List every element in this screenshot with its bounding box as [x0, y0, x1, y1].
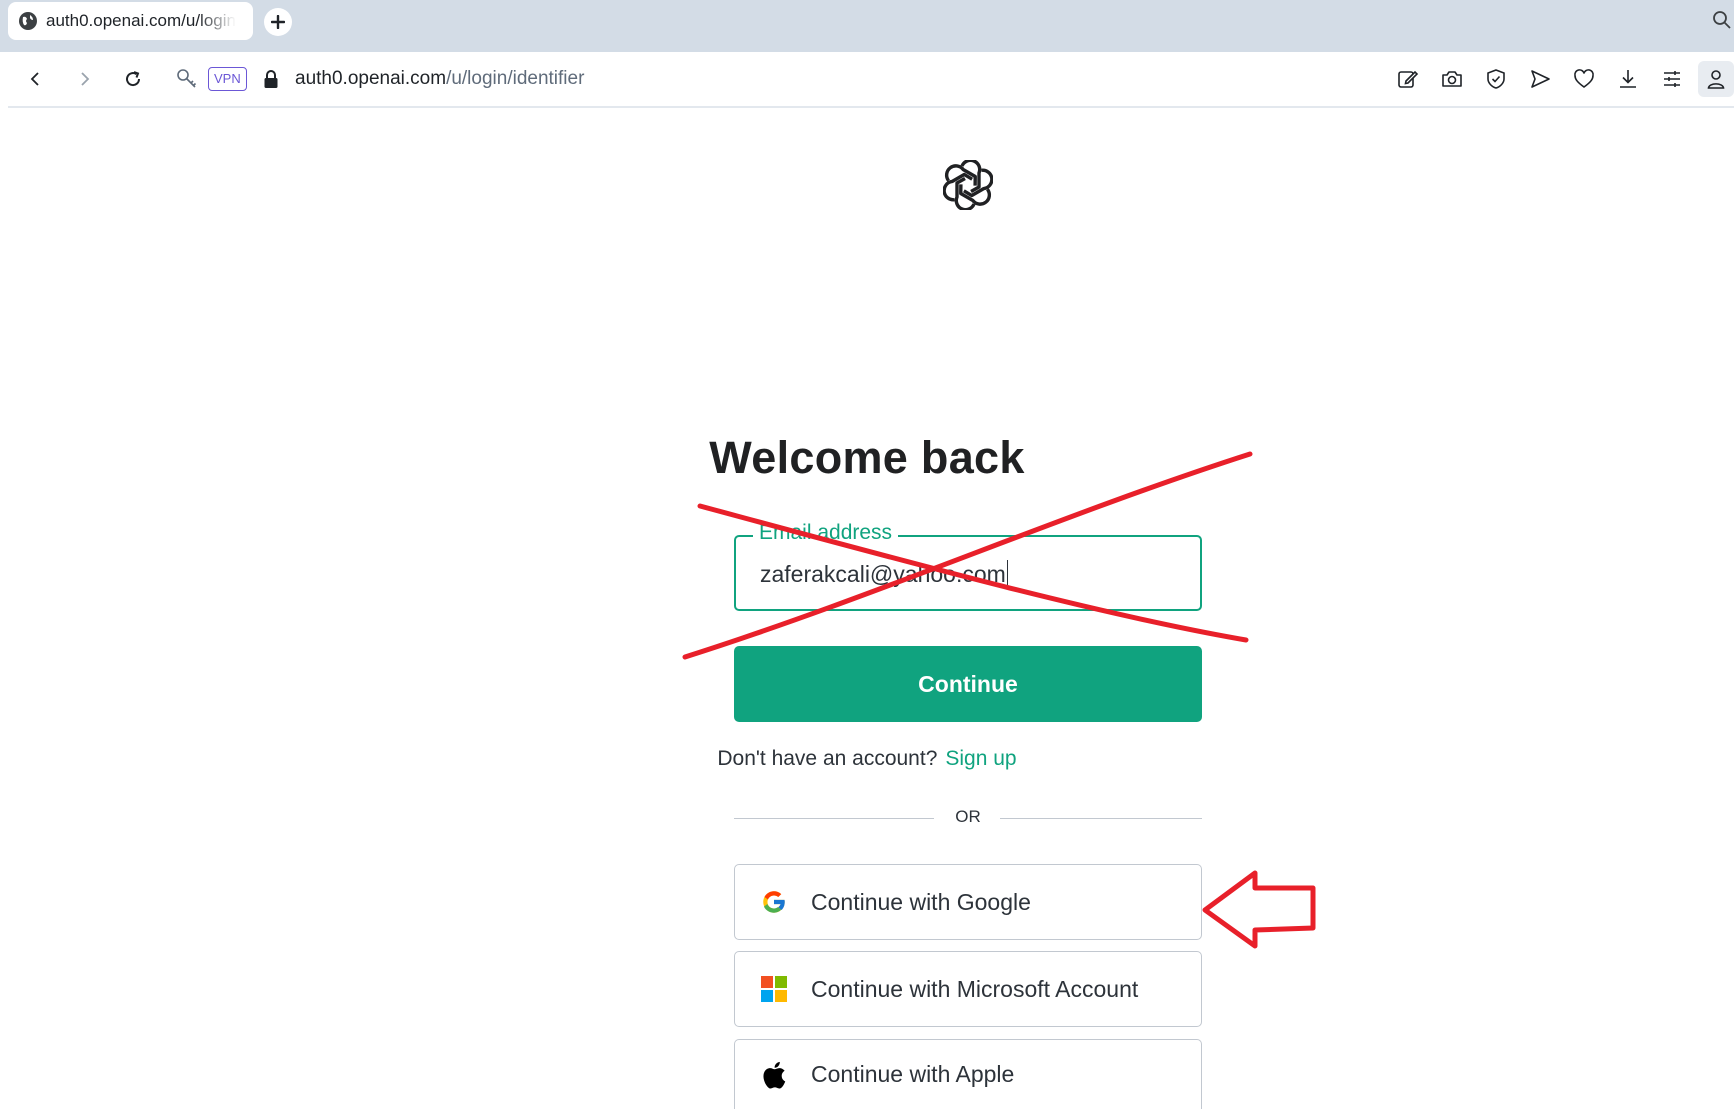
reload-button[interactable]: [120, 66, 146, 92]
lock-button[interactable]: [258, 66, 284, 92]
openai-logo: [943, 160, 993, 210]
forward-button[interactable]: [72, 66, 98, 92]
text-caret: [1006, 560, 1009, 586]
camera-icon: [1442, 71, 1462, 87]
google-signin-label: Continue with Google: [811, 888, 1031, 915]
tab-title: auth0.openai.com/u/login: [46, 11, 236, 30]
send-button[interactable]: [1527, 66, 1553, 92]
signup-link[interactable]: Sign up: [945, 747, 1016, 770]
key-button[interactable]: [174, 66, 200, 92]
email-input-value: zaferakcali@yahoo.com: [760, 561, 1006, 587]
email-value-wrap[interactable]: zaferakcali@yahoo.com: [760, 560, 1009, 588]
divider-line-right: [1000, 818, 1202, 819]
google-icon: [759, 887, 789, 917]
download-button[interactable]: [1615, 66, 1641, 92]
download-icon: [1620, 70, 1636, 88]
email-field[interactable]: Email address zaferakcali@yahoo.com: [734, 521, 1202, 611]
menu-button[interactable]: [1659, 66, 1685, 92]
tab-bar: auth0.openai.com/u/login: [0, 0, 1734, 52]
edit-button[interactable]: [1395, 66, 1421, 92]
apple-icon: [759, 1060, 789, 1090]
profile-button[interactable]: [1698, 61, 1734, 97]
browser-toolbar: VPN auth0.openai.com/u/login/identifier: [8, 52, 1734, 108]
forward-icon: [81, 72, 90, 86]
plus-icon: [271, 15, 285, 29]
edit-icon: [1398, 70, 1419, 88]
no-account-text: Don't have an account?: [717, 747, 938, 770]
page-title: Welcome back: [709, 432, 1025, 483]
heart-icon: [1574, 69, 1594, 88]
lock-icon: [264, 70, 278, 88]
reload-icon: [126, 71, 141, 87]
email-label: Email address: [753, 521, 899, 545]
back-icon: [30, 72, 39, 86]
shield-icon: [1487, 69, 1505, 89]
signup-row: Don't have an account? Sign up: [0, 747, 1734, 771]
back-button[interactable]: [22, 66, 48, 92]
url-host: auth0.openai.com: [295, 68, 447, 89]
microsoft-icon: [759, 974, 789, 1004]
annotation-arrow: [1202, 870, 1316, 949]
or-text: OR: [955, 807, 981, 826]
globe-icon: [19, 12, 37, 30]
favorites-button[interactable]: [1571, 66, 1597, 92]
key-icon: [177, 69, 197, 88]
apple-signin-button[interactable]: Continue with Apple: [734, 1039, 1202, 1109]
or-divider: OR: [734, 806, 1202, 830]
microsoft-signin-label: Continue with Microsoft Account: [811, 975, 1139, 1002]
microsoft-signin-button[interactable]: Continue with Microsoft Account: [734, 951, 1202, 1027]
address-bar[interactable]: auth0.openai.com/u/login/identifier: [295, 68, 584, 90]
send-icon: [1531, 70, 1550, 88]
shield-button[interactable]: [1483, 66, 1509, 92]
continue-button[interactable]: Continue: [734, 646, 1202, 722]
profile-icon: [1707, 70, 1725, 89]
browser-tab[interactable]: auth0.openai.com/u/login: [8, 2, 253, 40]
url-path: /u/login/identifier: [446, 68, 585, 89]
new-tab-button[interactable]: [264, 8, 292, 36]
screenshot-button[interactable]: [1439, 66, 1465, 92]
tab-search-icon[interactable]: [1712, 10, 1732, 30]
menu-icon: [1664, 71, 1680, 87]
google-signin-button[interactable]: Continue with Google: [734, 864, 1202, 940]
vpn-badge[interactable]: VPN: [208, 67, 247, 91]
apple-signin-label: Continue with Apple: [811, 1061, 1015, 1087]
